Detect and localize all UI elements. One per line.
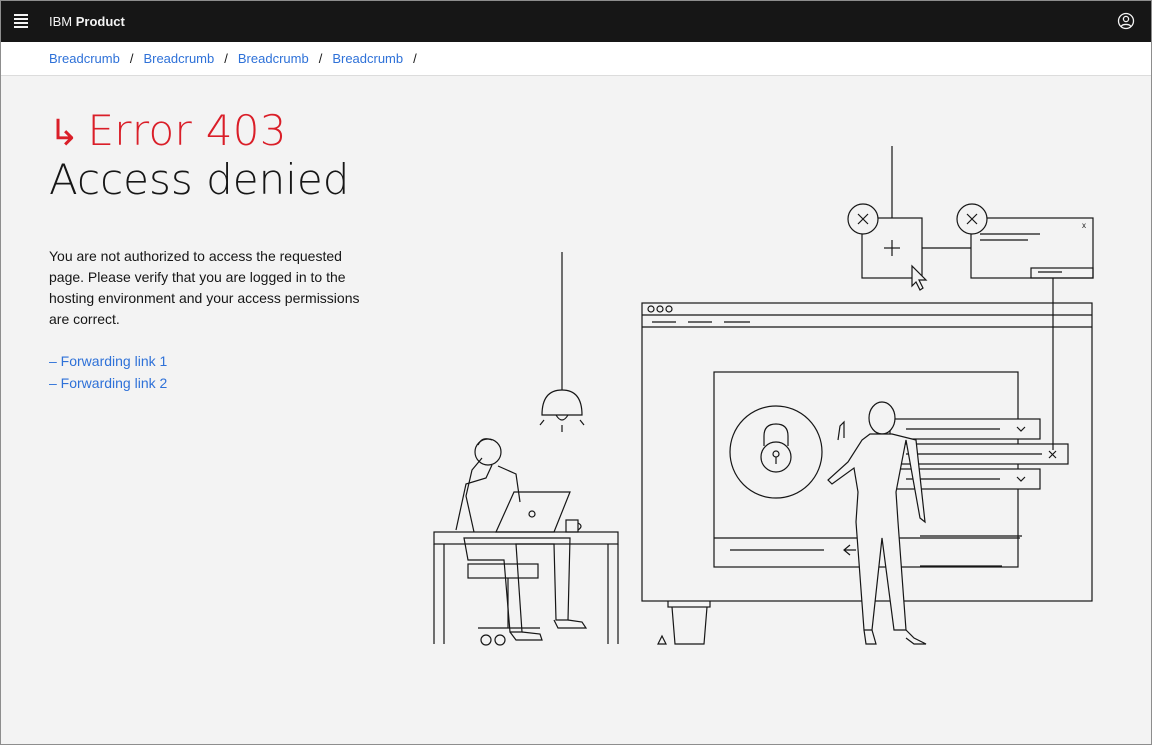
forwarding-links: – Forwarding link 1 – Forwarding link 2 [49,351,167,394]
breadcrumb-separator: / [318,51,323,66]
breadcrumb-link-1[interactable]: Breadcrumb [49,51,120,66]
hamburger-menu-icon[interactable] [0,0,42,42]
page-title: Access denied [49,155,350,204]
lamp-icon [539,252,585,432]
user-avatar-icon[interactable] [1116,11,1136,31]
laptop-icon [495,491,582,533]
breadcrumb-link-3[interactable]: Breadcrumb [238,51,309,66]
forwarding-link-1[interactable]: – Forwarding link 1 [49,351,167,373]
breadcrumb-link-4[interactable]: Breadcrumb [332,51,403,66]
breadcrumb-separator: / [224,51,228,66]
brand-prefix: IBM [49,13,73,29]
breadcrumb: Breadcrumb / Breadcrumb / Breadcrumb / B… [0,42,1152,76]
error-code-heading: ↳ Error 403 [49,106,287,155]
brand-product: Product [75,13,125,29]
brand-name[interactable]: IBM Product [49,14,125,29]
breadcrumb-separator: / [129,51,134,66]
top-header: IBM Product [0,0,1152,42]
desk-icon [433,531,619,644]
error-code: Error 403 [87,106,287,155]
access-denied-illustration: x [433,146,1094,646]
breadcrumb-link-2[interactable]: Breadcrumb [143,51,214,66]
svg-text:x: x [1082,221,1086,230]
arrow-down-right-icon: ↳ [49,113,80,154]
forwarding-link-2[interactable]: – Forwarding link 2 [49,373,167,395]
error-description: You are not authorized to access the req… [49,248,360,327]
seated-person-icon [455,438,588,646]
breadcrumb-separator: / [413,51,417,66]
